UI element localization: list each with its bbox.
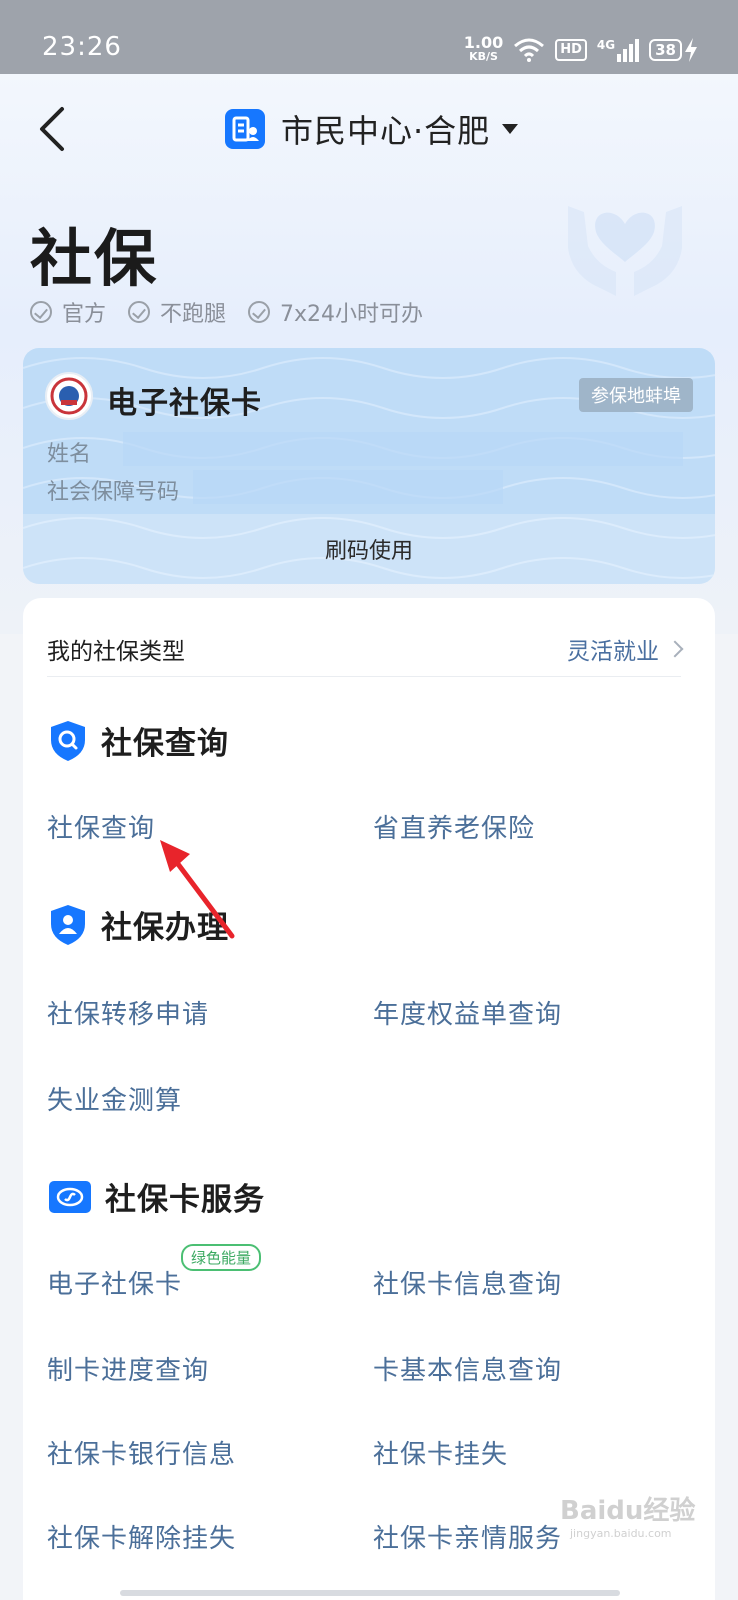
page-title: 社保 <box>30 222 159 295</box>
home-indicator[interactable] <box>120 1590 620 1596</box>
hands-heart-illustration-icon <box>568 206 682 296</box>
link-card-family-service[interactable]: 社保卡亲情服务 <box>373 1518 562 1555</box>
service-tags: 官方 不跑腿 7x24小时可办 <box>30 296 423 328</box>
dropdown-caret-icon <box>502 124 519 134</box>
link-ss-query[interactable]: 社保查询 <box>47 808 155 845</box>
watermark-text: Baidu经验 <box>560 1496 696 1526</box>
scan-code-label: 刷码使用 <box>324 539 413 564</box>
link-provincial-pension[interactable]: 省直养老保险 <box>373 808 535 845</box>
battery-icon: 38 <box>649 38 698 62</box>
link-unemployment-calc[interactable]: 失业金测算 <box>47 1080 182 1117</box>
wifi-icon <box>514 38 545 62</box>
e-social-security-card[interactable]: 电子社保卡 参保地蚌埠 姓名 社会保障号码 刷码使用 <box>23 348 715 584</box>
chevron-right-icon <box>666 640 684 658</box>
tag-official: 官方 <box>30 296 106 328</box>
card-title: 电子社保卡 <box>107 386 262 421</box>
tag-label: 7x24小时可办 <box>280 302 424 327</box>
ssn-redaction <box>193 470 503 504</box>
tag-no-visit: 不跑腿 <box>128 296 226 328</box>
insurance-type-label: 我的社保类型 <box>47 639 185 665</box>
check-circle-icon <box>248 301 271 323</box>
city-selector[interactable]: 市民中心·合肥 <box>225 104 519 154</box>
shield-user-icon <box>51 904 85 945</box>
tag-24-7: 7x24小时可办 <box>248 296 423 328</box>
green-energy-badge: 绿色能量 <box>181 1244 262 1271</box>
signal-icon: 4G <box>596 38 640 62</box>
link-card-cancel-loss[interactable]: 社保卡解除挂失 <box>47 1518 236 1555</box>
si-card-icon <box>49 1180 91 1213</box>
link-card-basic-info[interactable]: 卡基本信息查询 <box>373 1350 562 1387</box>
charging-icon <box>685 38 697 62</box>
social-security-emblem-icon <box>45 372 93 420</box>
services-panel: 我的社保类型 灵活就业 社保查询 社保查询 省直养老保险 社保办理 社保转移申请… <box>23 598 715 1600</box>
check-circle-icon <box>30 301 52 323</box>
hd-badge: HD <box>555 39 587 61</box>
insurance-type-value: 灵活就业 <box>567 632 684 666</box>
network-speed-unit: KB/S <box>469 50 498 63</box>
insurance-type-value-text: 灵活就业 <box>567 639 659 665</box>
section-header-query: 社保查询 <box>49 718 229 763</box>
battery-level: 38 <box>649 39 682 61</box>
insurance-type-row[interactable]: 我的社保类型 灵活就业 <box>47 624 684 674</box>
link-card-info-query[interactable]: 社保卡信息查询 <box>373 1264 562 1301</box>
back-icon[interactable] <box>36 105 70 153</box>
city-title: 市民中心·合肥 <box>281 112 491 150</box>
divider <box>47 676 681 677</box>
status-time: 23:26 <box>42 32 122 62</box>
watermark-subtext: jingyan.baidu.com <box>570 1527 672 1540</box>
network-speed-value: 1.00 <box>463 33 504 52</box>
check-circle-icon <box>128 301 151 323</box>
baidu-watermark: Baidu经验 jingyan.baidu.com <box>560 1490 695 1540</box>
link-e-ss-card[interactable]: 电子社保卡 <box>47 1264 182 1301</box>
card-name-label: 姓名 <box>47 442 92 467</box>
scan-code-button[interactable]: 刷码使用 <box>23 514 715 584</box>
signal-label: 4G <box>596 38 616 52</box>
red-pointer-arrow-icon <box>160 840 235 939</box>
tag-label: 不跑腿 <box>160 302 227 327</box>
link-annual-statement[interactable]: 年度权益单查询 <box>373 994 562 1031</box>
section-title: 社保查询 <box>101 726 229 762</box>
status-bar: 23:26 1.00 KB/S HD 4G 38 <box>0 0 738 74</box>
insured-region-badge: 参保地蚌埠 <box>579 378 693 412</box>
link-card-progress[interactable]: 制卡进度查询 <box>47 1350 209 1387</box>
shield-search-icon <box>51 720 85 761</box>
link-ss-transfer[interactable]: 社保转移申请 <box>47 994 209 1031</box>
section-title: 社保卡服务 <box>105 1182 265 1218</box>
citizen-center-logo-icon <box>225 109 265 149</box>
link-card-bank-info[interactable]: 社保卡银行信息 <box>47 1434 236 1471</box>
link-card-report-loss[interactable]: 社保卡挂失 <box>373 1434 508 1471</box>
tag-label: 官方 <box>62 302 107 327</box>
network-speed: 1.00 KB/S <box>463 33 504 64</box>
name-redaction <box>123 432 683 466</box>
status-icons: 1.00 KB/S HD 4G 38 <box>464 34 698 66</box>
card-ssn-label: 社会保障号码 <box>47 480 180 505</box>
section-header-card-service: 社保卡服务 <box>49 1174 265 1219</box>
